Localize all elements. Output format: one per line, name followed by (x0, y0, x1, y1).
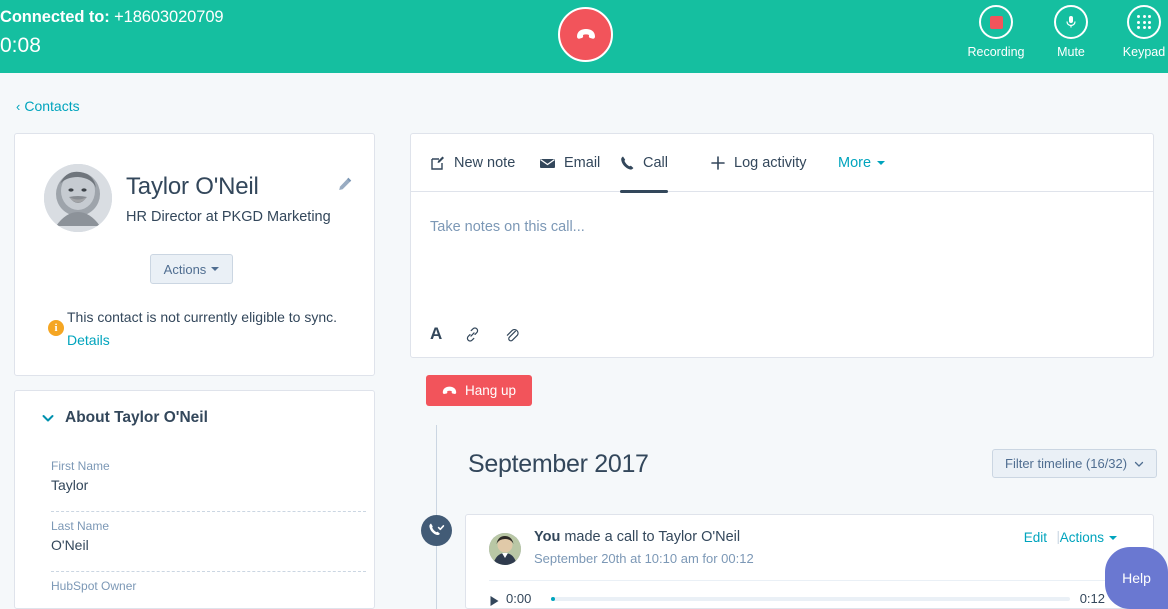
timeline-event-title-actor: You (534, 529, 561, 545)
chevron-down-icon (1134, 459, 1144, 469)
tab-new-note[interactable]: New note (430, 134, 515, 192)
field-divider (51, 511, 366, 512)
envelope-icon (539, 155, 556, 171)
call-recording-player: 0:00 0:12 (489, 591, 1132, 608)
connected-to-text: Connected to: +18603020709 (0, 8, 224, 27)
sync-message: This contact is not currently eligible t… (67, 309, 338, 325)
about-title: About Taylor O'Neil (65, 409, 208, 426)
hangup-call-button[interactable] (558, 7, 613, 62)
player-time-current: 0:00 (506, 591, 532, 606)
timeline-event-actions-button[interactable]: Actions (1060, 530, 1117, 545)
hang-up-button[interactable]: Hang up (426, 375, 533, 406)
timeline-event-marker (421, 515, 452, 546)
caret-down-icon (211, 267, 220, 271)
user-photo-avatar (489, 533, 521, 565)
phone-hangup-icon (576, 28, 595, 39)
call-status-bar: Connected to: +18603020709 0:08 Recordin… (0, 0, 1168, 73)
field-divider (51, 571, 366, 572)
phone-hangup-icon (442, 386, 457, 394)
keypad-label: Keypad (1122, 45, 1166, 59)
field-value: O'Neil (51, 537, 89, 553)
player-time-total: 0:12 (1079, 591, 1105, 606)
mute-label: Mute (1057, 45, 1085, 59)
editor-toolbar: A (430, 324, 520, 344)
note-edit-icon (430, 155, 446, 171)
play-triangle-icon[interactable] (489, 594, 500, 608)
field-label: First Name (51, 459, 110, 473)
record-stop-icon (979, 5, 1013, 39)
field-hubspot-owner[interactable]: HubSpot Owner (51, 579, 366, 593)
contact-summary-card: Taylor O'Neil HR Director at PKGD Market… (14, 133, 375, 376)
tab-label: Log activity (734, 155, 807, 171)
timeline-event-title-rest: made a call to Taylor O'Neil (560, 529, 741, 545)
player-progress-fill (551, 597, 555, 601)
filter-timeline-button[interactable]: Filter timeline (16/32) (992, 449, 1158, 478)
tab-label: Call (643, 155, 668, 171)
chevron-down-icon (41, 411, 55, 425)
engagement-tabs: New note Email Call Log activity More (411, 134, 1153, 193)
call-notes-input[interactable]: Take notes on this call... (430, 219, 585, 235)
about-card: About Taylor O'Neil First Name Taylor La… (14, 390, 375, 609)
help-button[interactable]: Help (1105, 547, 1168, 609)
recording-button[interactable]: Recording (962, 5, 1030, 59)
plus-icon (710, 155, 726, 171)
connected-phone-number: +18603020709 (114, 8, 224, 26)
caret-down-icon (1109, 535, 1117, 540)
keypad-grid-icon (1127, 5, 1161, 39)
tab-label: New note (454, 155, 516, 171)
tab-email[interactable]: Email (539, 134, 600, 192)
paperclip-icon[interactable] (503, 326, 520, 343)
tab-call[interactable]: Call (620, 134, 668, 193)
font-A-icon[interactable]: A (430, 324, 442, 344)
caret-down-icon (877, 161, 886, 165)
connected-label: Connected to: (0, 8, 110, 26)
hang-up-label: Hang up (465, 383, 517, 398)
timeline-event-subtitle: September 20th at 10:10 am for 00:12 (534, 551, 754, 566)
timeline-event-title: You made a call to Taylor O'Neil (534, 529, 740, 545)
link-icon[interactable] (464, 326, 481, 343)
tab-label: Email (564, 155, 601, 171)
sync-details-link[interactable]: Details (67, 332, 110, 348)
phone-check-icon (429, 523, 445, 536)
avatar (44, 164, 112, 232)
contact-actions-button[interactable]: Actions (150, 254, 233, 284)
field-value: Taylor (51, 477, 89, 493)
field-label: Last Name (51, 519, 110, 533)
contact-actions-label: Actions (163, 261, 207, 277)
breadcrumb-label: Contacts (24, 98, 80, 114)
contact-photo-avatar (44, 164, 112, 232)
filter-timeline-label: Filter timeline (16/32) (1005, 456, 1128, 471)
mute-button[interactable]: Mute (1037, 5, 1105, 59)
about-header-toggle[interactable]: About Taylor O'Neil (41, 409, 208, 427)
help-label: Help (1122, 570, 1151, 586)
tab-label: More (838, 155, 872, 171)
timeline-event-card: You made a call to Taylor O'Neil Septemb… (465, 514, 1154, 609)
recording-label: Recording (967, 45, 1025, 59)
field-label: HubSpot Owner (51, 579, 137, 593)
tab-more[interactable]: More (838, 134, 886, 192)
phone-icon (620, 155, 635, 171)
pencil-icon[interactable] (337, 176, 353, 192)
engagement-compose-card: New note Email Call Log activity More Ta… (410, 133, 1154, 358)
timeline-event-edit-link[interactable]: Edit (1024, 530, 1047, 545)
contact-name: Taylor O'Neil (126, 173, 259, 200)
field-last-name[interactable]: Last Name O'Neil (51, 519, 366, 553)
call-timer: 0:08 (0, 34, 41, 57)
field-first-name[interactable]: First Name Taylor (51, 459, 366, 493)
divider (489, 580, 1132, 581)
info-circle-icon: i (48, 320, 64, 336)
breadcrumb-contacts[interactable]: ‹ Contacts (16, 98, 80, 114)
contact-role: HR Director at PKGD Marketing (126, 209, 331, 225)
avatar (489, 533, 521, 565)
player-progress-bar[interactable] (551, 597, 1070, 601)
microphone-icon (1054, 5, 1088, 39)
tab-log-activity[interactable]: Log activity (710, 134, 807, 192)
chevron-left-icon: ‹ (16, 99, 21, 114)
keypad-button[interactable]: Keypad (1110, 5, 1168, 59)
timeline-month-header: September 2017 (468, 450, 649, 478)
timeline-event-actions-label: Actions (1059, 530, 1104, 545)
